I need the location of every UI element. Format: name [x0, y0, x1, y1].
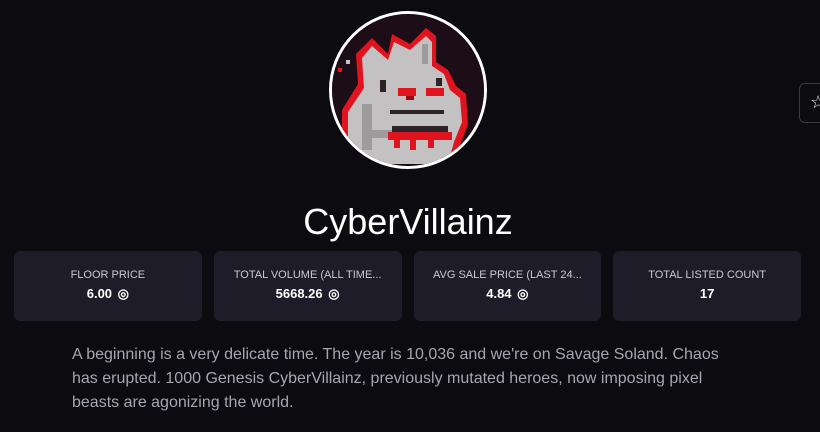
stat-number: 4.84 — [486, 286, 512, 301]
stat-number: 5668.26 — [275, 286, 323, 301]
stat-number: 17 — [699, 286, 715, 301]
stat-value: 6.00 ◎ — [26, 286, 190, 302]
collection-title: CyberVillainz — [303, 201, 513, 242]
favorite-button[interactable]: ☆ — [799, 83, 820, 123]
stat-label: TOTAL LISTED COUNT — [648, 269, 766, 281]
stat-floor-price: FLOOR PRICE 6.00 ◎ — [14, 251, 202, 321]
sol-currency-icon: ◎ — [328, 286, 340, 301]
stat-label: AVG SALE PRICE (LAST 24... — [432, 269, 582, 281]
stat-value: 4.84 ◎ — [426, 286, 590, 302]
sol-currency-icon: ◎ — [517, 286, 529, 301]
collection-description: A beginning is a very delicate time. The… — [72, 346, 719, 411]
stat-label: FLOOR PRICE — [70, 269, 146, 281]
stat-value: 5668.26 ◎ — [226, 286, 390, 302]
stat-total-volume: TOTAL VOLUME (ALL TIME... 5668.26 ◎ — [213, 251, 402, 321]
stat-number: 6.00 — [86, 286, 113, 301]
stats-bar: FLOOR PRICE 6.00 ◎ TOTAL VOLUME (ALL TIM… — [14, 251, 801, 321]
sol-currency-icon: ◎ — [117, 286, 130, 301]
star-outline-icon: ☆ — [810, 92, 820, 113]
stat-value: 17 — [625, 286, 789, 302]
stat-total-listed-count: TOTAL LISTED COUNT 17 — [613, 251, 801, 321]
stat-label: TOTAL VOLUME (ALL TIME... — [233, 269, 382, 281]
collection-avatar — [329, 11, 487, 169]
cyber-villain-pixel-art — [332, 14, 484, 166]
stat-avg-sale-price: AVG SALE PRICE (LAST 24... 4.84 ◎ — [413, 251, 602, 321]
